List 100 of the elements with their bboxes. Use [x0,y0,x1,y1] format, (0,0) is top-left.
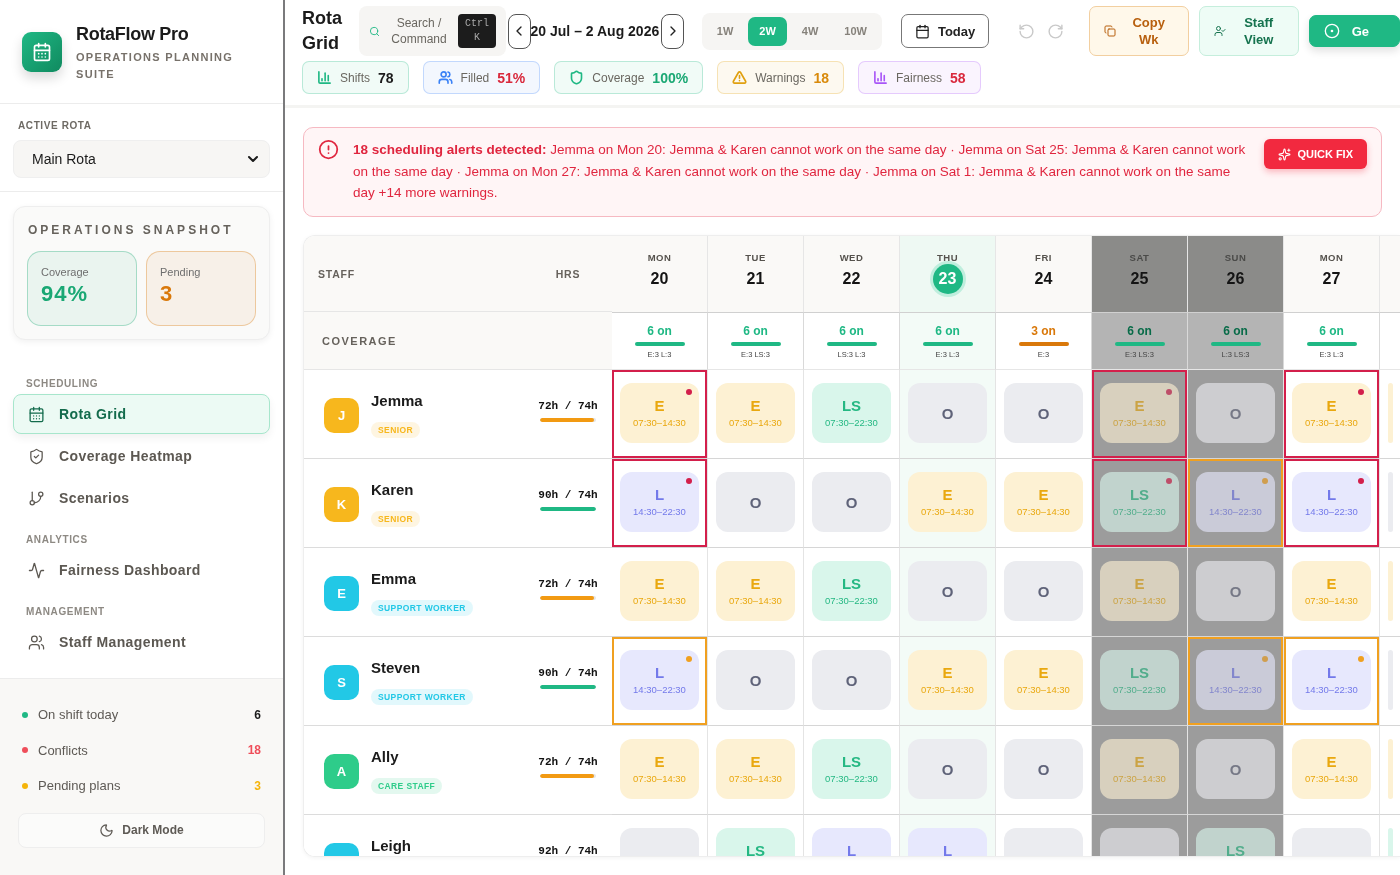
quick-fix-button[interactable]: QUICK FIX [1264,139,1367,169]
shift-tile[interactable]: E 07:30–14:30 [620,739,699,799]
dark-mode-button[interactable]: Dark Mode [18,812,265,848]
range-tab[interactable]: 4W [790,16,830,46]
shift-tile[interactable]: O [716,472,795,532]
shift-tile[interactable]: O [716,650,795,710]
shift-cell[interactable]: E 07:30–14:30 [900,459,996,548]
shift-cell[interactable]: O [1188,726,1284,815]
flagged-cell[interactable]: L 14:30–22:30 [1284,459,1380,548]
shift-cell[interactable]: E 07:30–14:30 [1284,548,1380,637]
previous-button[interactable] [508,13,531,49]
shift-tile[interactable]: O [812,472,891,532]
shift-cell[interactable]: E 07:30–14:30 [996,459,1092,548]
shift-tile[interactable]: LS [1196,828,1275,856]
shift-tile[interactable]: E 07:30–14:30 [908,650,987,710]
flagged-cell[interactable]: L 14:30–22:30 [1284,637,1380,726]
shift-cell[interactable]: O [804,637,900,726]
shift-tile[interactable]: L [812,828,891,856]
shift-tile[interactable]: E 07:30–14:30 [1292,561,1371,621]
shift-tile[interactable]: L 14:30–22:30 [1196,650,1275,710]
shift-cell[interactable]: E 07:30–14:30 [708,548,804,637]
shift-tile[interactable]: L [908,828,987,856]
shift-tile[interactable]: E 07:30–14:30 [1004,472,1083,532]
shift-tile[interactable]: L 14:30–22:30 [1292,472,1371,532]
shift-tile[interactable]: L 14:30–22:30 [1196,472,1275,532]
shift-cell[interactable]: O [900,726,996,815]
search-button[interactable]: Search / Command Ctrl K [359,6,506,56]
shift-tile[interactable]: E 07:30–14:30 [1100,383,1179,443]
shift-tile[interactable]: O [1004,739,1083,799]
shift-cell[interactable]: E 07:30–14:30 [1092,726,1188,815]
shift-cell[interactable]: O [804,459,900,548]
nav-item[interactable]: Coverage Heatmap [13,436,270,476]
today-button[interactable]: Today [900,14,990,48]
shift-tile[interactable]: O [908,739,987,799]
shift-tile[interactable]: E 07:30–14:30 [1292,739,1371,799]
shift-cell[interactable]: E 07:30–14:30 [900,637,996,726]
next-button[interactable] [661,13,684,49]
shift-tile[interactable]: O [908,561,987,621]
shift-tile[interactable] [1388,383,1393,443]
shift-tile[interactable]: E 07:30–14:30 [716,561,795,621]
shift-cell[interactable] [1380,370,1400,459]
flagged-cell[interactable]: L 14:30–22:30 [1188,637,1284,726]
shift-tile[interactable]: L 14:30–22:30 [620,650,699,710]
shift-cell[interactable]: LS 07:30–22:30 [1092,637,1188,726]
action-button[interactable]: Ge [1308,15,1400,47]
shift-cell[interactable]: LS 07:30–22:30 [804,548,900,637]
shift-tile[interactable]: O [1004,561,1083,621]
shift-tile[interactable]: O [1196,561,1275,621]
shift-cell[interactable]: O [708,637,804,726]
nav-item[interactable]: Scenarios [13,478,270,518]
shift-cell[interactable]: LS 07:30–22:30 [804,726,900,815]
shift-cell[interactable]: O [996,370,1092,459]
shift-cell[interactable]: O [1188,370,1284,459]
range-tab[interactable]: 1W [705,16,745,46]
shift-cell[interactable]: O [996,726,1092,815]
flagged-cell[interactable]: E 07:30–14:30 [612,370,708,459]
shift-tile[interactable]: E 07:30–14:30 [716,739,795,799]
shift-cell[interactable]: L [804,815,900,856]
shift-cell[interactable] [1380,548,1400,637]
shift-tile[interactable]: E 07:30–14:30 [1004,650,1083,710]
shift-cell[interactable]: L [900,815,996,856]
shift-tile[interactable]: E 07:30–14:30 [620,383,699,443]
shift-tile[interactable]: LS 07:30–22:30 [1100,650,1179,710]
flagged-cell[interactable]: E 07:30–14:30 [1284,370,1380,459]
shift-cell[interactable]: E 07:30–14:30 [612,548,708,637]
shift-tile[interactable]: LS 07:30–22:30 [1100,472,1179,532]
action-button[interactable]: Copy Wk [1088,6,1189,56]
shift-cell[interactable]: LS [708,815,804,856]
shift-cell[interactable]: LS [1188,815,1284,856]
shift-tile[interactable]: E 07:30–14:30 [1100,561,1179,621]
range-tab[interactable]: 10W [833,16,878,46]
shift-tile[interactable]: O [1196,383,1275,443]
shift-tile[interactable]: E 07:30–14:30 [1100,739,1179,799]
range-tab[interactable]: 2W [748,16,787,46]
flagged-cell[interactable]: LS 07:30–22:30 [1092,459,1188,548]
shift-cell[interactable] [1380,637,1400,726]
nav-item[interactable]: Fairness Dashboard [13,550,270,590]
shift-tile[interactable]: LS 07:30–22:30 [812,561,891,621]
shift-cell[interactable] [1380,726,1400,815]
shift-tile[interactable]: O [812,650,891,710]
shift-cell[interactable]: O [996,548,1092,637]
shift-tile[interactable]: O [1196,739,1275,799]
shift-cell[interactable]: LS 07:30–22:30 [804,370,900,459]
flagged-cell[interactable]: E 07:30–14:30 [1092,370,1188,459]
nav-item[interactable]: Rota Grid [13,394,270,434]
shift-cell[interactable]: O [1188,548,1284,637]
flagged-cell[interactable]: L 14:30–22:30 [612,637,708,726]
flagged-cell[interactable]: L 14:30–22:30 [612,459,708,548]
shift-cell[interactable]: E 07:30–14:30 [996,637,1092,726]
shift-tile[interactable]: E 07:30–14:30 [1292,383,1371,443]
shift-tile[interactable]: LS [716,828,795,856]
shift-cell[interactable]: E 07:30–14:30 [1284,726,1380,815]
shift-tile[interactable] [1388,561,1393,621]
shift-cell[interactable]: E 07:30–14:30 [708,370,804,459]
shift-cell[interactable]: E 07:30–14:30 [612,726,708,815]
nav-item[interactable]: Staff Management [13,622,270,662]
shift-tile[interactable]: E 07:30–14:30 [716,383,795,443]
shift-cell[interactable] [1380,459,1400,548]
action-button[interactable]: Staff View [1198,6,1299,56]
shift-tile[interactable]: L 14:30–22:30 [1292,650,1371,710]
